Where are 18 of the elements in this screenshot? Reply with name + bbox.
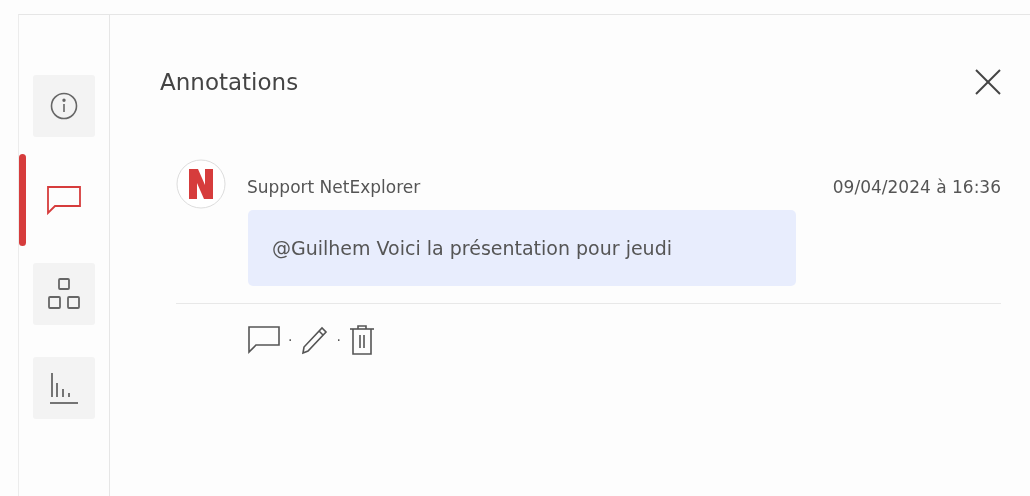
close-icon[interactable] [975, 69, 1001, 95]
bar-chart-icon [48, 371, 80, 405]
comment-icon [46, 185, 82, 215]
delete-icon[interactable] [348, 324, 375, 356]
shapes-tab[interactable] [33, 263, 95, 325]
comment-message: @Guilhem Voici la présentation pour jeudi [248, 210, 796, 286]
shapes-icon [47, 277, 81, 311]
author-name: Support NetExplorer [247, 177, 421, 197]
stats-tab[interactable] [33, 357, 95, 419]
edit-icon[interactable] [300, 325, 329, 355]
separator-dot: · [288, 332, 293, 348]
info-icon [50, 92, 78, 120]
avatar-logo-icon [176, 159, 226, 209]
reply-icon[interactable] [248, 326, 280, 354]
comment-date: 09/04/2024 à 16:36 [832, 177, 1001, 197]
panel-title: Annotations [160, 69, 299, 95]
info-tab[interactable] [33, 75, 95, 137]
separator-dot: · [336, 332, 341, 348]
